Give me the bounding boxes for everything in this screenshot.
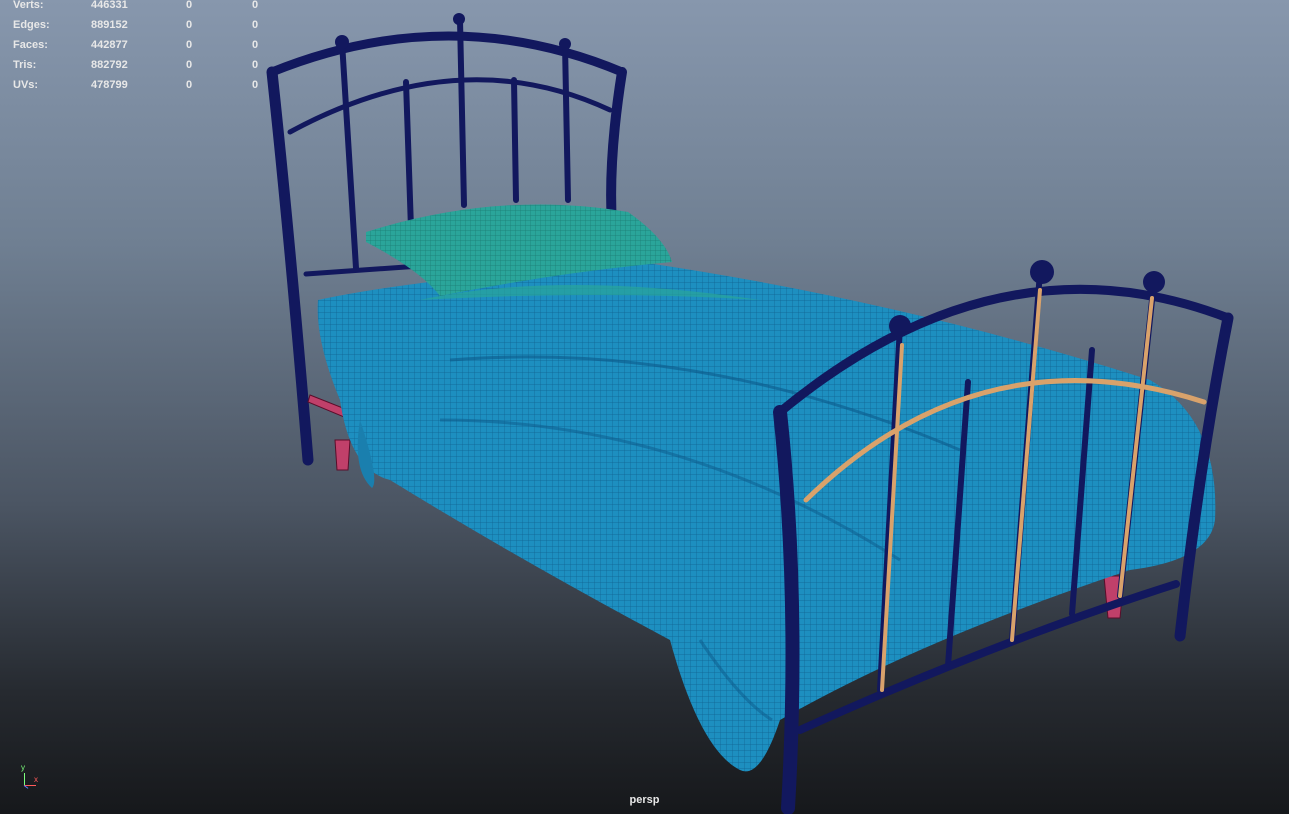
hud-row-edges: Edges: 889152 0 0: [0, 19, 270, 40]
hud-total: 446331: [91, 0, 128, 11]
hud-total: 882792: [91, 59, 128, 71]
bed-model[interactable]: [0, 0, 1289, 814]
hud-component: 0: [252, 79, 259, 91]
hud-row-faces: Faces: 442877 0 0: [0, 39, 270, 60]
hud-label: Verts:: [13, 0, 44, 11]
poly-count-hud: Verts: 446331 0 0 Edges: 889152 0 0 Face…: [0, 0, 270, 100]
hud-selected: 0: [186, 19, 193, 31]
axis-x-label: x: [34, 775, 38, 784]
axis-gizmo-icon: y x: [18, 763, 46, 790]
hud-selected: 0: [186, 79, 193, 91]
hud-label: Edges:: [13, 19, 50, 31]
hud-selected: 0: [186, 39, 193, 51]
hud-selected: 0: [186, 0, 193, 11]
hud-row-uvs: UVs: 478799 0 0: [0, 79, 270, 100]
hud-component: 0: [252, 0, 259, 11]
hud-component: 0: [252, 59, 259, 71]
hud-label: UVs:: [13, 79, 39, 91]
axis-y-label: y: [21, 763, 25, 772]
hud-row-tris: Tris: 882792 0 0: [0, 59, 270, 80]
axis-y-line: [24, 773, 25, 785]
hud-component: 0: [252, 19, 259, 31]
hud-label: Faces:: [13, 39, 48, 51]
hud-total: 442877: [91, 39, 128, 51]
hud-total: 889152: [91, 19, 128, 31]
maya-viewport[interactable]: Verts: 446331 0 0 Edges: 889152 0 0 Face…: [0, 0, 1289, 814]
hud-label: Tris:: [13, 59, 37, 71]
hud-selected: 0: [186, 59, 193, 71]
camera-name-label: persp: [629, 794, 660, 806]
hud-total: 478799: [91, 79, 128, 91]
hud-row-verts: Verts: 446331 0 0: [0, 0, 270, 20]
hud-component: 0: [252, 39, 259, 51]
